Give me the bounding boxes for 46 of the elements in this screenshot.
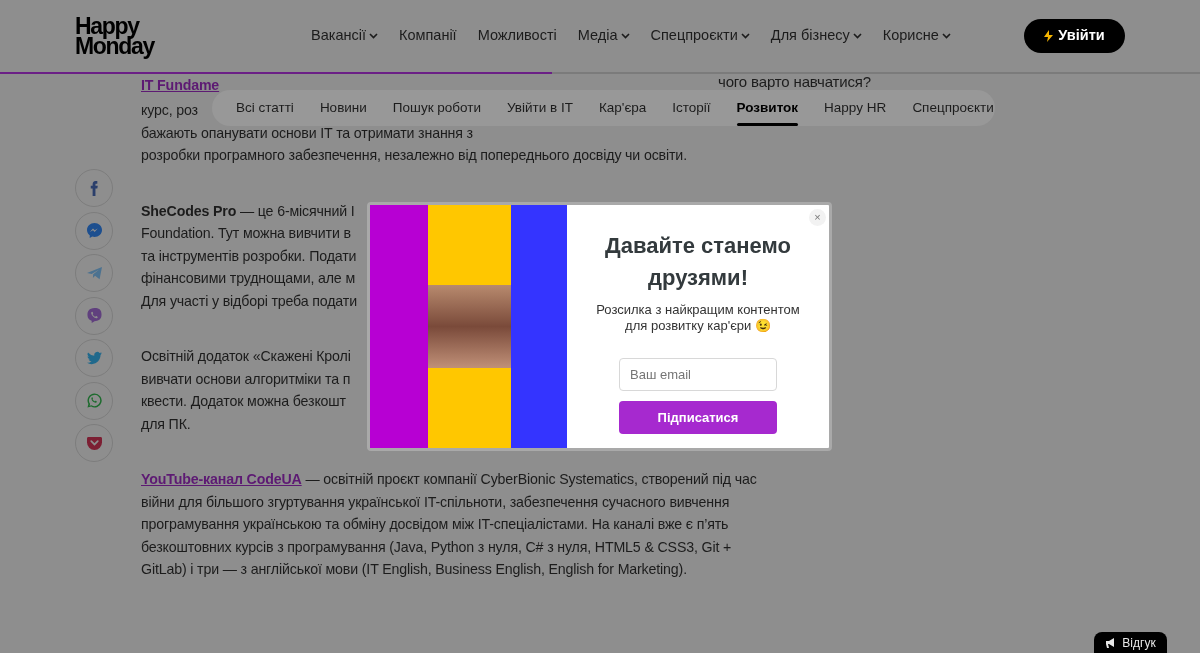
paragraph-text: для ПК. — [141, 414, 191, 434]
paragraph-text: курс, роз — [141, 101, 198, 120]
paragraph-text: YouTube-канал CodeUA — освітній проєкт компанії CyberBionic Systematics, створений під час війни для більшого згуртування української IT-спільноти, забезпечення сучасного вивчення програмування українською та обміну досвідом між IT-спеціалістами. На каналі вже є п’ять безкоштовних курсів з програмування (Java, Python з нуля, C# з нуля, HTML5 & CSS3, Git + GitLab) і три — з англійської мови (IT English, Business English, English for Marketing). — [141, 470, 758, 579]
pocket-icon — [86, 435, 102, 451]
category-tab[interactable]: Пошук роботи — [392, 90, 481, 126]
paragraph-text: Foundation. Тут можна вивчити в — [141, 224, 351, 243]
twitter-icon — [86, 350, 102, 366]
article-link[interactable]: IT Fundame — [141, 78, 220, 93]
feedback-button[interactable]: Відгук — [1094, 632, 1167, 653]
paragraph-text: вивчати основи алгоритміки та п — [141, 369, 351, 389]
category-tab[interactable]: Розвиток — [736, 90, 799, 126]
paragraph-text: та інструментів розробки. Подати — [141, 246, 357, 266]
category-tab[interactable]: Всі статті — [236, 90, 294, 126]
paragraph-text: Освітній додаток «Скажені Кролі — [141, 347, 351, 366]
category-tab[interactable]: Кар'єра — [598, 90, 647, 126]
nav-link[interactable]: Спецпроєкти — [650, 25, 750, 47]
nav-link[interactable]: Вакансії — [311, 25, 378, 47]
telegram-icon — [86, 265, 102, 281]
nav-link[interactable]: Медіа — [577, 25, 630, 47]
popup-title: Давайте станемо друзями! — [604, 232, 792, 292]
paragraph-text: фінансовими труднощами, але м — [141, 269, 355, 288]
messenger-icon — [86, 223, 102, 238]
article-title-text: чого варто навчатися? — [718, 74, 871, 89]
article-link[interactable]: YouTube-канал CodeUA — [141, 471, 302, 487]
whatsapp-icon — [86, 393, 102, 408]
nav-link[interactable]: Можливості — [477, 25, 557, 47]
category-tab[interactable]: Happy HR — [824, 90, 887, 126]
category-tab[interactable]: Новини — [319, 90, 367, 126]
viber-icon — [86, 308, 102, 323]
close-button[interactable]: × — [809, 209, 826, 226]
popup-subtitle: Розсилка з найкращим контентом для розвитку кар'єри 😉 — [595, 302, 801, 334]
paragraph-text: Для участі у відборі треба подати — [141, 291, 357, 311]
category-tab[interactable]: Увійти в IT — [507, 90, 573, 126]
paragraph-text: бажають опанувати основи IT та отримати знання з — [141, 123, 473, 143]
category-tab[interactable]: Історії — [672, 90, 711, 126]
login-button[interactable]: Увійти — [1024, 19, 1125, 53]
email-field[interactable]: Ваш email — [619, 358, 777, 391]
lightning-icon — [1044, 30, 1054, 42]
subscribe-button[interactable]: Підписатися — [619, 401, 777, 434]
paragraph-text: SheCodes Pro — це 6-місячний I — [141, 201, 355, 221]
paragraph-text: розробки програмного забезпечення, незалежно від попереднього досвіду чи освіти. — [141, 146, 687, 165]
nav-link[interactable]: Компанії — [399, 25, 457, 47]
nav-link[interactable]: Корисне — [882, 25, 951, 47]
category-tab[interactable]: Спецпроєкти — [912, 90, 994, 126]
nav-link[interactable]: Для бізнесу — [770, 25, 862, 47]
paragraph-text: квести. Додаток можна безкошт — [141, 392, 346, 411]
